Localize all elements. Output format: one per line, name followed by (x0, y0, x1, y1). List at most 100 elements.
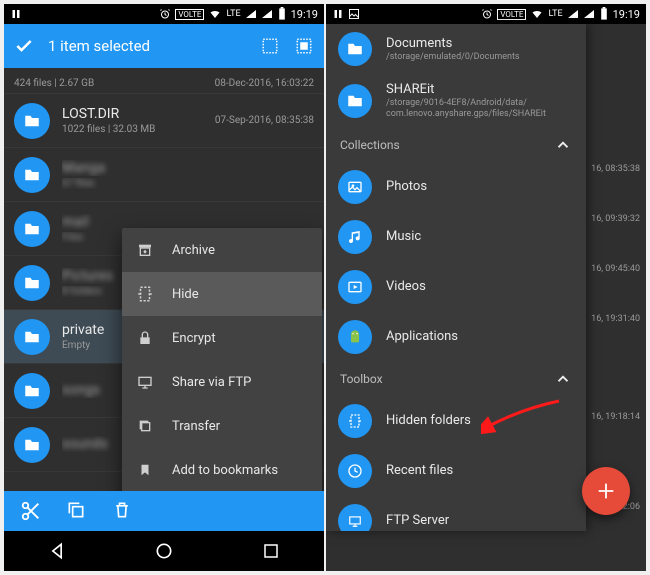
transfer-icon (136, 417, 154, 435)
section-title: Collections (340, 138, 554, 152)
ctx-hide[interactable]: Hide (122, 272, 322, 316)
ctx-encrypt[interactable]: Encrypt (122, 316, 322, 360)
alarm-icon (159, 8, 171, 20)
list-row[interactable]: Manga 67 files (4, 148, 324, 202)
lte-label: LTE (226, 9, 240, 19)
fab-add[interactable] (582, 467, 630, 515)
ftpserver-icon (338, 504, 372, 531)
ctx-label: Encrypt (172, 331, 216, 346)
folder-icon (338, 84, 372, 118)
drawer-item-applications[interactable]: Applications (326, 312, 586, 362)
background-ts: 16, 08:35:38 (591, 164, 640, 174)
recent-icon (338, 454, 372, 488)
row-name: LOST.DIR (62, 106, 203, 122)
music-icon (338, 220, 372, 254)
wifi-icon (530, 8, 544, 20)
loc-name: Documents (386, 36, 574, 51)
section-header-collections[interactable]: Collections (326, 128, 586, 162)
drawer-location[interactable]: SHAREit/storage/9016-4EF8/Android/data/c… (326, 74, 586, 128)
home-button[interactable] (149, 536, 179, 566)
drawer-item-music[interactable]: Music (326, 212, 586, 262)
bottom-action-bar (4, 491, 324, 531)
background-ts: 16, 09:45:40 (591, 264, 640, 274)
nav-drawer: Documents/storage/emulated/0/DocumentsSH… (326, 24, 586, 531)
folder-icon (338, 32, 372, 66)
folder-icon (14, 427, 50, 463)
alarm-icon (481, 8, 493, 20)
select-inverse-icon[interactable] (294, 36, 314, 56)
signal-icon (245, 8, 257, 20)
select-range-icon[interactable] (260, 36, 280, 56)
ctx-add-to-bookmarks[interactable]: Add to bookmarks (122, 448, 322, 491)
chevron-up-icon (554, 136, 572, 154)
bookmark-icon (136, 461, 154, 479)
ctx-label: Hide (172, 287, 199, 302)
volte-badge: VOLTE (175, 9, 204, 20)
signal-icon-2 (261, 8, 273, 20)
cut-icon[interactable] (20, 500, 42, 522)
item-label: Music (386, 229, 574, 244)
background-ts: 16, 19:18:14 (591, 412, 640, 422)
item-label: Applications (386, 329, 574, 344)
hidden-icon (338, 404, 372, 438)
signal-icon-2 (583, 8, 595, 20)
drawer-item-recent-files[interactable]: Recent files (326, 446, 586, 496)
row-ts: 07-Sep-2016, 08:35:38 (215, 115, 314, 126)
row-meta: 67 files (62, 178, 302, 189)
drawer-item-photos[interactable]: Photos (326, 162, 586, 212)
ftp-icon (136, 373, 154, 391)
drawer-item-videos[interactable]: Videos (326, 262, 586, 312)
list-row[interactable]: LOST.DIR 1022 files | 32.03 MB 07-Sep-2016… (4, 94, 324, 148)
folder-icon (14, 211, 50, 247)
ctx-share-via-ftp[interactable]: Share via FTP (122, 360, 322, 404)
row-ts: 08-Dec-2016, 16:03:22 (215, 78, 314, 89)
copy-icon[interactable] (66, 500, 88, 522)
item-label: Recent files (386, 463, 574, 478)
delete-icon[interactable] (112, 500, 134, 522)
chevron-up-icon (554, 370, 572, 388)
ctx-archive[interactable]: Archive (122, 228, 322, 272)
drawer-item-hidden-folders[interactable]: Hidden folders (326, 396, 586, 446)
pause-icon (10, 8, 22, 20)
list-row-partial[interactable]: 424 files | 2.67 GB 08-Dec-2016, 16:03:2… (4, 68, 324, 94)
loc-name: SHAREit (386, 82, 574, 97)
ctx-transfer[interactable]: Transfer (122, 404, 322, 448)
row-meta: 424 files | 2.67 GB (14, 78, 203, 89)
drawer-location[interactable]: Documents/storage/emulated/0/Documents (326, 24, 586, 74)
ctx-label: Transfer (172, 419, 220, 434)
photos-icon (338, 170, 372, 204)
background-ts: 16, 09:39:32 (591, 214, 640, 224)
context-menu: Archive Hide Encrypt Share via FTP Transfer A… (122, 228, 322, 491)
signal-icon (567, 8, 579, 20)
item-label: Photos (386, 179, 574, 194)
check-icon[interactable] (14, 36, 34, 56)
battery-icon (277, 7, 287, 21)
file-list-area: 424 files | 2.67 GB 08-Dec-2016, 16:03:2… (4, 68, 324, 491)
clock: 19:19 (291, 8, 318, 21)
hide-icon (136, 285, 154, 303)
clock: 19:19 (613, 8, 640, 21)
phone-right: VOLTE LTE 19:19 16, 08:35:3816, 09:39:32… (326, 4, 646, 571)
section-header-toolbox[interactable]: Toolbox (326, 362, 586, 396)
item-label: FTP Server (386, 513, 574, 528)
encrypt-icon (136, 329, 154, 347)
back-button[interactable] (42, 536, 72, 566)
selection-header: 1 item selected (4, 24, 324, 68)
recents-button[interactable] (256, 536, 286, 566)
ctx-label: Add to bookmarks (172, 463, 278, 478)
ctx-label: Archive (172, 243, 215, 258)
section-title: Toolbox (340, 372, 554, 386)
folder-icon (14, 157, 50, 193)
background-ts: 16, 19:31:40 (591, 314, 640, 324)
loc-path: /storage/9016-4EF8/Android/data/com.leno… (386, 98, 574, 120)
videos-icon (338, 270, 372, 304)
row-name: Manga (62, 160, 302, 176)
archive-icon (136, 241, 154, 259)
pause-icon (332, 8, 344, 20)
image-icon (348, 8, 360, 20)
apps-icon (338, 320, 372, 354)
volte-badge: VOLTE (497, 9, 526, 20)
row-meta: 1022 files | 32.03 MB (62, 124, 203, 135)
folder-icon (14, 373, 50, 409)
drawer-item-ftp-server[interactable]: FTP Server (326, 496, 586, 531)
